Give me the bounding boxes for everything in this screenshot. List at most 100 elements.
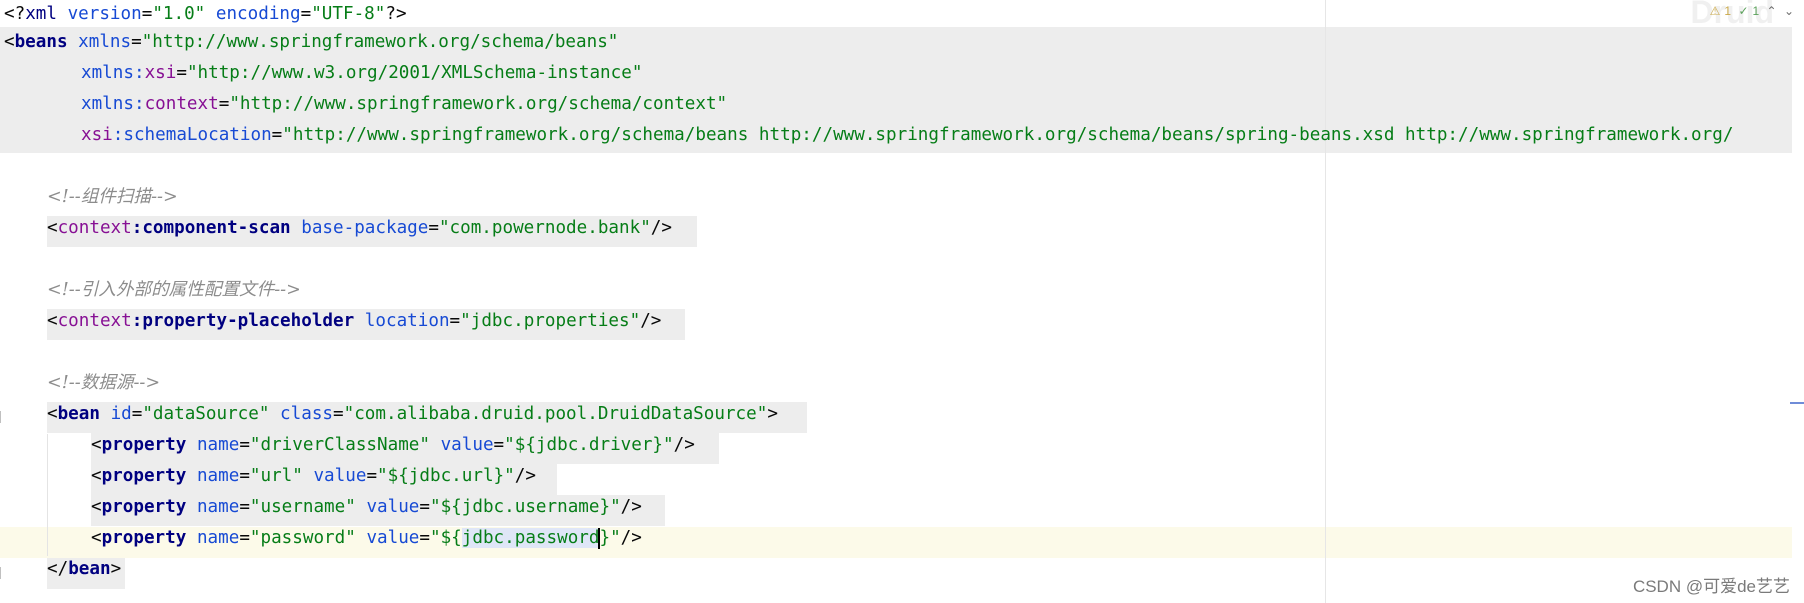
tag-name: property-placeholder xyxy=(142,311,355,331)
code-line-xmlns-xsi[interactable]: xmlns:xsi="http://www.w3.org/2001/XMLSch… xyxy=(81,58,642,89)
tag-name: beans xyxy=(14,32,68,52)
attr-name: class xyxy=(280,404,334,424)
tag-bracket: < xyxy=(91,435,102,455)
tag-bracket: < xyxy=(91,528,102,548)
attr-value: "http://www.springframework.org/schema/b… xyxy=(141,32,619,52)
code-line-property-current[interactable]: <property name="password" value="${jdbc.… xyxy=(91,523,642,554)
equals: = xyxy=(419,497,430,517)
attr-value: "http://www.springframework.org/schema/b… xyxy=(282,125,1734,145)
right-margin-guide xyxy=(1325,0,1326,603)
colon: : xyxy=(131,218,143,238)
code-line-xml-declaration[interactable]: <?xml version="1.0" encoding="UTF-8"?> xyxy=(4,0,407,30)
selected-placeholder[interactable]: jdbc.password xyxy=(461,528,600,548)
attr-value: "password" xyxy=(249,528,356,548)
attr-value: "jdbc.properties" xyxy=(460,311,641,331)
attr-name: encoding xyxy=(215,4,301,24)
warning-icon[interactable]: ⚠ xyxy=(1710,4,1721,18)
colon: : xyxy=(131,311,143,331)
equals: = xyxy=(131,32,142,52)
tag-bracket: > xyxy=(110,559,122,579)
code-line-property-placeholder[interactable]: <context:property-placeholder location="… xyxy=(47,306,661,337)
equals: = xyxy=(419,528,430,548)
equals: = xyxy=(333,404,344,424)
xml-open-token: <? xyxy=(4,4,26,24)
equals: = xyxy=(366,466,378,486)
tag-name: bean xyxy=(68,559,111,579)
attr-name: context xyxy=(144,94,219,114)
equals: = xyxy=(239,435,250,455)
attr-name: value xyxy=(366,528,420,548)
code-editor[interactable]: Druid ⚠ 1 ✓ 1 ⌃ ⌄ <?xml version="1.0" enco… xyxy=(0,0,1804,603)
tag-name: bean xyxy=(57,404,100,424)
tag-bracket: /> xyxy=(514,466,536,486)
code-line-comment[interactable]: <!--数据源--> xyxy=(47,368,160,399)
equals: = xyxy=(449,311,461,331)
tag-bracket: < xyxy=(91,497,102,517)
tag-bracket: < xyxy=(47,218,58,238)
comment: <!--引入外部的属性配置文件--> xyxy=(47,280,301,300)
indent-guide xyxy=(47,434,48,556)
code-line-property[interactable]: <property name="url" value="${jdbc.url}"… xyxy=(91,461,536,492)
attr-namespace: xmlns xyxy=(81,63,134,83)
code-line-beans-open[interactable]: <beans xmlns="http://www.springframework… xyxy=(4,27,618,58)
attr-value: "${jdbc.url}" xyxy=(377,466,515,486)
comment: <!--数据源--> xyxy=(47,373,161,393)
attr-value: "username" xyxy=(249,497,356,517)
attr-value: "${jdbc.username}" xyxy=(430,497,621,517)
chevron-down-icon[interactable]: ⌄ xyxy=(1784,4,1794,18)
code-line-property[interactable]: <property name="driverClassName" value="… xyxy=(91,430,695,461)
attr-value-end: }" xyxy=(599,528,621,548)
attr-value: "com.alibaba.druid.pool.DruidDataSource" xyxy=(343,404,768,424)
code-line-component-scan[interactable]: <context:component-scan base-package="co… xyxy=(47,213,672,244)
tag-bracket: > xyxy=(767,404,778,424)
attr-value: "dataSource" xyxy=(142,404,270,424)
code-line-schema-location[interactable]: xsi:schemaLocation="http://www.springfra… xyxy=(81,120,1733,151)
equals: = xyxy=(131,404,143,424)
colon: : xyxy=(133,94,145,114)
tag-bracket: </ xyxy=(47,559,69,579)
code-line-bean-open[interactable]: <bean id="dataSource" class="com.alibaba… xyxy=(47,399,778,430)
code-line-xmlns-context[interactable]: xmlns:context="http://www.springframewor… xyxy=(81,89,727,120)
attr-value: "http://www.springframework.org/schema/c… xyxy=(229,94,728,114)
equals: = xyxy=(218,94,230,114)
equals: = xyxy=(493,435,505,455)
tag-bracket: /> xyxy=(650,218,672,238)
code-line-comment[interactable]: <!--引入外部的属性配置文件--> xyxy=(47,275,301,306)
scrollbar-marker[interactable] xyxy=(1790,402,1804,404)
code-line-bean-close[interactable]: </bean> xyxy=(47,554,121,585)
tag-name: property xyxy=(101,497,187,517)
tag-namespace: context xyxy=(57,218,132,238)
tag-bracket: /> xyxy=(620,497,642,517)
tag-name: property xyxy=(101,435,187,455)
tag-bracket: < xyxy=(47,404,58,424)
code-line-comment[interactable]: <!--组件扫描--> xyxy=(47,182,178,213)
equals: = xyxy=(300,4,312,24)
attr-namespace: xsi xyxy=(81,125,113,145)
tag-name: component-scan xyxy=(142,218,291,238)
code-line-property[interactable]: <property name="username" value="${jdbc.… xyxy=(91,492,642,523)
attr-name: location xyxy=(364,311,450,331)
attr-name: xmlns xyxy=(78,32,132,52)
xml-close-token: ?> xyxy=(385,4,407,24)
tag-name: property xyxy=(101,466,187,486)
colon: : xyxy=(133,63,145,83)
attr-name: name xyxy=(196,435,240,455)
attr-value-start: "${ xyxy=(430,528,462,548)
fold-marker[interactable] xyxy=(0,411,5,423)
tag-name: property xyxy=(101,528,187,548)
fold-marker[interactable] xyxy=(0,567,5,579)
chevron-up-icon[interactable]: ⌃ xyxy=(1767,4,1777,18)
check-icon[interactable]: ✓ xyxy=(1738,4,1748,18)
equals: = xyxy=(271,125,283,145)
inspection-widget[interactable]: ⚠ 1 ✓ 1 ⌃ ⌄ xyxy=(1706,4,1794,18)
attr-value: "com.powernode.bank" xyxy=(438,218,651,238)
